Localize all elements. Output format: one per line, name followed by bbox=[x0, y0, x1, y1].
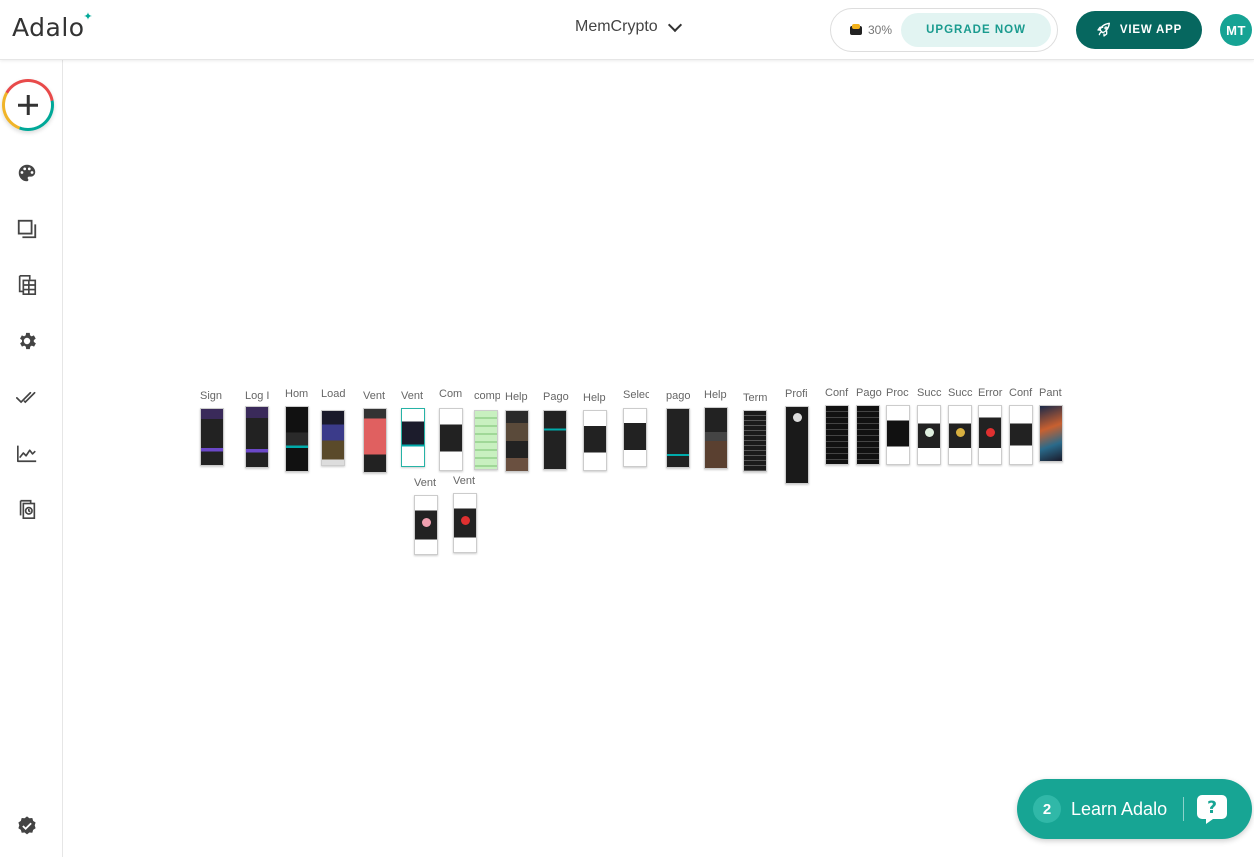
screen-label[interactable]: Log I bbox=[245, 390, 271, 402]
plus-icon bbox=[5, 82, 51, 128]
logo-text: Adalo bbox=[12, 12, 85, 42]
learn-label: Learn Adalo bbox=[1071, 798, 1168, 819]
thumbnail-graphic bbox=[986, 428, 995, 437]
screen-label[interactable]: Profi bbox=[785, 388, 811, 400]
thumbnail-graphic bbox=[956, 428, 965, 437]
app-name: MemCrypto bbox=[575, 18, 658, 35]
screen-thumbnail[interactable] bbox=[453, 493, 477, 553]
sparkle-icon: ✦ bbox=[83, 11, 93, 23]
screen-label[interactable]: Succ bbox=[917, 387, 943, 399]
screen-thumbnail[interactable] bbox=[743, 410, 767, 472]
app-switcher[interactable]: MemCrypto bbox=[575, 17, 682, 36]
screen-thumbnail[interactable] bbox=[245, 406, 269, 468]
screen-thumbnail[interactable] bbox=[785, 406, 809, 484]
version-icon bbox=[19, 499, 36, 519]
screen-label[interactable]: Help bbox=[505, 391, 531, 403]
sidebar-item-branding[interactable] bbox=[16, 162, 38, 184]
screen-label[interactable]: Hom bbox=[285, 388, 311, 400]
sidebar-item-version[interactable] bbox=[16, 498, 38, 520]
verified-badge-icon bbox=[18, 816, 36, 835]
database-icon bbox=[18, 275, 37, 295]
learn-adalo-button[interactable]: 2 Learn Adalo ? bbox=[1017, 779, 1252, 839]
thumbnail-graphic bbox=[461, 516, 470, 525]
screen-label[interactable]: Help bbox=[704, 389, 730, 401]
gear-icon bbox=[20, 332, 36, 350]
screen-label[interactable]: Pant bbox=[1039, 387, 1065, 399]
screen-label[interactable]: Vent bbox=[363, 390, 389, 402]
screen-thumbnail[interactable] bbox=[543, 410, 567, 470]
screen-label[interactable]: Load bbox=[321, 388, 347, 400]
sidebar-item-database[interactable] bbox=[16, 274, 38, 296]
screen-thumbnail[interactable] bbox=[917, 405, 941, 465]
sidebar-item-screens[interactable] bbox=[16, 218, 38, 240]
screen-thumbnail[interactable] bbox=[1009, 405, 1033, 465]
left-sidebar bbox=[0, 60, 63, 857]
top-bar: Adalo ✦ MemCrypto 30% UPGRADE NOW VIEW A… bbox=[0, 0, 1254, 60]
upgrade-now-button[interactable]: UPGRADE NOW bbox=[901, 13, 1052, 47]
double-check-icon bbox=[16, 391, 36, 404]
screen-label[interactable]: Error bbox=[978, 387, 1004, 399]
screen-label[interactable]: Vent bbox=[401, 390, 427, 402]
palette-icon bbox=[18, 164, 36, 182]
screen-label[interactable]: Conf bbox=[1009, 387, 1035, 399]
help-chat-icon: ? bbox=[1197, 795, 1228, 824]
coin-stack-icon bbox=[849, 23, 863, 37]
thumbnail-graphic bbox=[793, 413, 802, 422]
sidebar-item-status[interactable] bbox=[16, 815, 38, 837]
divider bbox=[1183, 797, 1185, 821]
screen-thumbnail[interactable] bbox=[1039, 405, 1063, 462]
screen-thumbnail[interactable] bbox=[363, 408, 387, 473]
screens-icon bbox=[17, 219, 37, 239]
screen-thumbnail[interactable] bbox=[505, 410, 529, 472]
usage-percent: 30% bbox=[868, 23, 893, 37]
screen-label[interactable]: Proc bbox=[886, 387, 912, 399]
upgrade-panel: 30% UPGRADE NOW bbox=[830, 8, 1058, 52]
screen-thumbnail[interactable] bbox=[200, 408, 224, 466]
screen-label[interactable]: Help bbox=[583, 392, 609, 404]
avatar[interactable]: MT bbox=[1220, 14, 1252, 46]
screen-label[interactable]: Vent bbox=[414, 477, 440, 489]
screen-label[interactable]: Conf bbox=[825, 387, 851, 399]
screen-thumbnail[interactable] bbox=[825, 405, 849, 465]
screen-thumbnail[interactable] bbox=[474, 410, 498, 470]
screen-label[interactable]: Com bbox=[439, 388, 465, 400]
screen-label[interactable]: Succ bbox=[948, 387, 974, 399]
screen-label[interactable]: pago bbox=[666, 390, 692, 402]
sidebar-item-settings[interactable] bbox=[16, 330, 38, 352]
screen-label[interactable]: Selec bbox=[623, 389, 649, 401]
sidebar-item-publish[interactable] bbox=[16, 386, 38, 408]
screen-thumbnail[interactable] bbox=[285, 406, 309, 472]
screen-label[interactable]: Sign bbox=[200, 390, 226, 402]
learn-count-badge: 2 bbox=[1033, 795, 1061, 823]
screen-thumbnail[interactable] bbox=[583, 410, 607, 471]
screen-label[interactable]: Vent bbox=[453, 475, 479, 487]
screen-thumbnail[interactable] bbox=[704, 407, 728, 469]
screen-thumbnail[interactable] bbox=[886, 405, 910, 465]
screen-thumbnail[interactable] bbox=[401, 408, 425, 467]
rocket-icon bbox=[1097, 22, 1110, 37]
screen-thumbnail[interactable] bbox=[856, 405, 880, 465]
screen-thumbnail[interactable] bbox=[623, 408, 647, 467]
screen-label[interactable]: Pago bbox=[856, 387, 882, 399]
thumbnail-graphic bbox=[422, 518, 431, 527]
chevron-down-icon bbox=[667, 17, 682, 32]
screen-label[interactable]: Term bbox=[743, 392, 769, 404]
view-app-button[interactable]: VIEW APP bbox=[1076, 11, 1202, 49]
adalo-logo[interactable]: Adalo ✦ bbox=[12, 11, 93, 42]
add-component-button[interactable] bbox=[2, 79, 54, 131]
screen-label[interactable]: comp bbox=[474, 390, 500, 402]
screen-thumbnail[interactable] bbox=[978, 405, 1002, 465]
screen-thumbnail[interactable] bbox=[414, 495, 438, 555]
screens-canvas[interactable]: Sign Log I Hom Load Vent Vent Com comp Help Pago H… bbox=[63, 60, 1254, 857]
analytics-icon bbox=[17, 445, 37, 463]
screen-label[interactable]: Pago bbox=[543, 391, 569, 403]
screen-thumbnail[interactable] bbox=[948, 405, 972, 465]
view-app-label: VIEW APP bbox=[1119, 24, 1183, 36]
sidebar-item-analytics[interactable] bbox=[16, 442, 38, 464]
screen-thumbnail[interactable] bbox=[321, 410, 345, 466]
screen-thumbnail[interactable] bbox=[439, 408, 463, 471]
svg-text:?: ? bbox=[1207, 798, 1217, 818]
thumbnail-graphic bbox=[925, 428, 934, 437]
screen-thumbnail[interactable] bbox=[666, 408, 690, 468]
